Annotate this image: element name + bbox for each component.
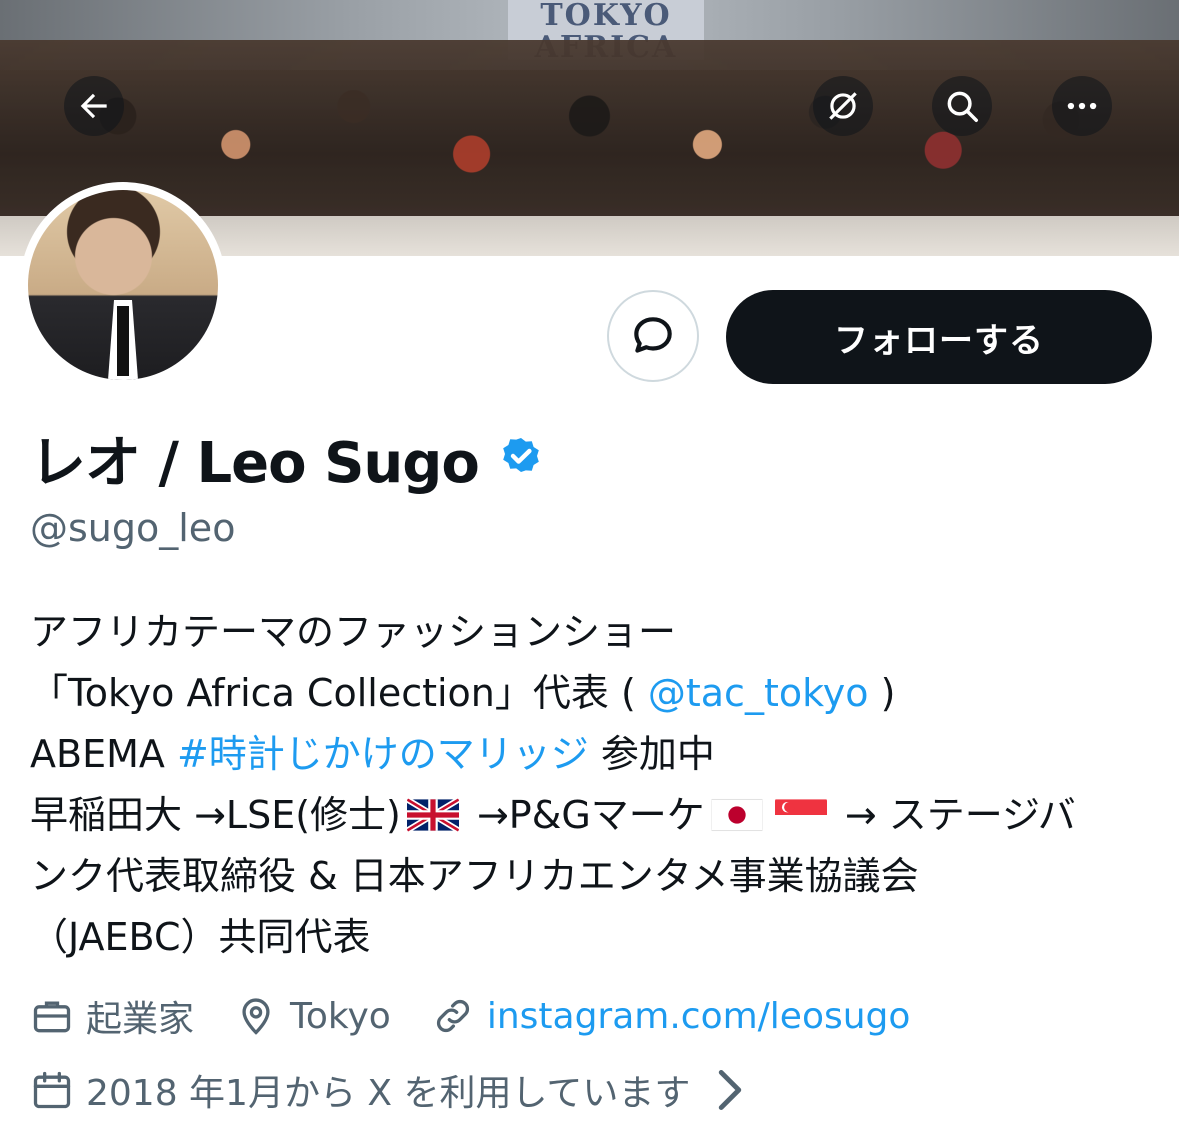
- avatar-ring[interactable]: [20, 182, 226, 388]
- follow-button[interactable]: フォローする: [726, 290, 1152, 384]
- bio-line-1: アフリカテーマのファッションショー: [30, 610, 677, 654]
- joined-row[interactable]: 2018 年1月から X を利用しています: [30, 1064, 764, 1116]
- calendar-icon: [33, 1071, 71, 1109]
- verified-badge-icon[interactable]: [497, 435, 545, 483]
- mention-link[interactable]: @tac_tokyo: [648, 671, 869, 715]
- website-link[interactable]: instagram.com/leosugo: [487, 996, 911, 1037]
- hashtag-link[interactable]: #時計じかけのマリッジ: [177, 732, 589, 776]
- message-button[interactable]: [607, 290, 699, 382]
- location-item: Tokyo: [234, 994, 391, 1038]
- link-icon: [436, 999, 469, 1033]
- name-row: レオ / Leo Sugo: [30, 418, 545, 499]
- bio: アフリカテーマのファッションショー 「Tokyo Africa Collecti…: [30, 602, 1160, 968]
- bio-line-5: ンク代表取締役 & 日本アフリカエンタメ事業協議会: [30, 854, 919, 898]
- occupation-item: 起業家: [30, 990, 194, 1042]
- bio-text: ABEMA: [30, 732, 177, 776]
- chevron-right-icon: [719, 1069, 742, 1111]
- bio-text: 参加中: [588, 732, 715, 776]
- joined-text: 2018 年1月から X を利用しています: [86, 1073, 691, 1114]
- occupation-text: 起業家: [86, 999, 195, 1040]
- location-text: Tokyo: [290, 995, 391, 1037]
- chat-bubble-icon: [634, 317, 672, 353]
- search-button[interactable]: [932, 76, 992, 136]
- bio-text: → ステージバ: [832, 793, 1076, 837]
- bio-line-2: 「Tokyo Africa Collection」代表 ( @tac_tokyo…: [30, 663, 1160, 724]
- location-pin-icon: [242, 998, 270, 1035]
- more-button[interactable]: [1052, 76, 1112, 136]
- japan-flag-icon: [710, 798, 763, 832]
- avatar[interactable]: [28, 190, 218, 380]
- handle: @sugo_leo: [30, 506, 236, 550]
- website-item[interactable]: instagram.com/leosugo: [431, 994, 911, 1038]
- back-button[interactable]: [64, 76, 124, 136]
- back-arrow-icon: [80, 93, 107, 119]
- grok-button[interactable]: [813, 76, 873, 136]
- bio-text: 「Tokyo Africa Collection」代表 (: [30, 671, 648, 715]
- bio-line-3: ABEMA #時計じかけのマリッジ 参加中: [30, 724, 1160, 785]
- briefcase-icon: [33, 1001, 71, 1033]
- profile-meta-row: 起業家 Tokyo instagram.com/leosugo: [30, 990, 950, 1042]
- more-dots-icon: [1067, 102, 1097, 110]
- bio-text: →P&Gマーケ: [464, 793, 705, 837]
- uk-flag-icon: [406, 798, 459, 832]
- grok-icon: [829, 92, 857, 120]
- bio-text: ): [868, 671, 896, 715]
- bio-text: 早稲田大 →LSE(修士): [30, 793, 401, 837]
- search-icon: [947, 91, 978, 122]
- bio-line-4: 早稲田大 →LSE(修士) →P&Gマーケ → ステージバ: [30, 785, 1160, 846]
- avatar-tie: [108, 300, 138, 380]
- bio-line-6: （JAEBC）共同代表: [30, 915, 371, 959]
- display-name: レオ / Leo Sugo: [30, 431, 480, 496]
- singapore-flag-icon: [774, 799, 827, 831]
